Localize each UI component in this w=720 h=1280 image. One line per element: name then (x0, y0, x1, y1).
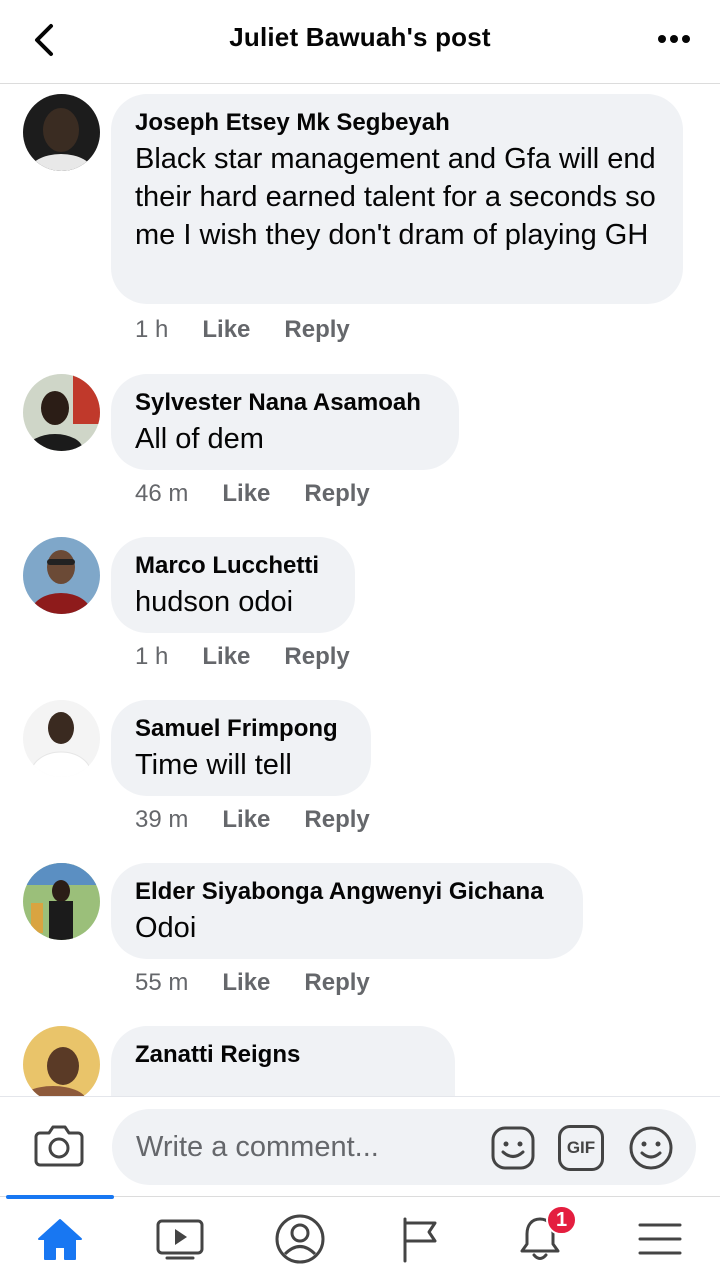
sticker-icon (491, 1126, 535, 1170)
comment-composer: GIF (0, 1096, 720, 1196)
more-dots-icon (658, 35, 690, 43)
comment-author[interactable]: Marco Lucchetti (135, 551, 331, 581)
avatar[interactable] (23, 863, 100, 940)
pages-flag-icon (403, 1217, 437, 1263)
notification-badge: 1 (546, 1205, 578, 1235)
reply-button[interactable]: Reply (304, 969, 369, 997)
comment-time: 1 h (135, 316, 169, 343)
menu-icon (638, 1223, 682, 1255)
like-button[interactable]: Like (202, 316, 250, 344)
gif-icon: GIF (558, 1125, 604, 1171)
sticker-button[interactable] (490, 1125, 536, 1171)
tab-video[interactable] (120, 1197, 240, 1280)
comment-text: All of dem (135, 423, 264, 455)
comment-time: 46 m (135, 480, 189, 507)
video-icon (156, 1219, 204, 1260)
gif-button[interactable]: GIF (558, 1125, 604, 1171)
comment-bubble: Marco Lucchetti hudson odoi (111, 537, 355, 633)
comment-input-box[interactable]: GIF (112, 1109, 696, 1185)
home-icon (38, 1219, 82, 1260)
comment-author[interactable]: Samuel Frimpong (135, 714, 347, 744)
reply-button[interactable]: Reply (284, 316, 349, 344)
tab-profile[interactable] (240, 1197, 360, 1280)
bottom-navigation: 1 (0, 1195, 720, 1280)
like-button[interactable]: Like (202, 643, 250, 671)
like-button[interactable]: Like (222, 969, 270, 997)
comment-author[interactable]: Zanatti Reigns (135, 1040, 431, 1070)
comment-actions: 39 m Like Reply (135, 806, 370, 834)
comment-list: Joseph Etsey Mk Segbeyah Black star mana… (0, 84, 720, 1096)
comment-actions: 1 h Like Reply (135, 316, 350, 344)
tab-notifications[interactable]: 1 (480, 1197, 600, 1280)
profile-icon (275, 1214, 325, 1264)
comment-text: Odoi (135, 912, 197, 944)
comment-author[interactable]: Joseph Etsey Mk Segbeyah (135, 108, 659, 138)
more-options-button[interactable] (652, 24, 696, 54)
comment-text: Black star management and Gfa will end t… (135, 143, 656, 251)
comment-time: 1 h (135, 643, 169, 670)
reply-button[interactable]: Reply (304, 480, 369, 508)
comment-bubble: Samuel Frimpong Time will tell (111, 700, 371, 796)
comment-time: 39 m (135, 806, 189, 833)
comment-author[interactable]: Elder Siyabonga Angwenyi Gichana (135, 877, 559, 907)
comment-bubble: Sylvester Nana Asamoah All of dem (111, 374, 459, 470)
comment-bubble: Zanatti Reigns (111, 1026, 455, 1096)
comment-author[interactable]: Sylvester Nana Asamoah (135, 388, 435, 418)
comment-text: hudson odoi (135, 586, 294, 618)
comment-actions: 46 m Like Reply (135, 480, 370, 508)
camera-button[interactable] (34, 1123, 90, 1171)
comment-bubble: Elder Siyabonga Angwenyi Gichana Odoi (111, 863, 583, 959)
comment-text: Time will tell (135, 749, 292, 781)
tab-home[interactable] (0, 1197, 120, 1280)
reply-button[interactable]: Reply (284, 643, 349, 671)
page-title: Juliet Bawuah's post (229, 22, 491, 52)
comment-input[interactable] (136, 1129, 476, 1165)
avatar[interactable] (23, 537, 100, 614)
camera-icon (34, 1125, 84, 1167)
avatar[interactable] (23, 700, 100, 777)
like-button[interactable]: Like (222, 480, 270, 508)
top-bar: Juliet Bawuah's post (0, 0, 720, 84)
like-button[interactable]: Like (222, 806, 270, 834)
comment-actions: 55 m Like Reply (135, 969, 370, 997)
tab-menu[interactable] (600, 1197, 720, 1280)
tab-pages[interactable] (360, 1197, 480, 1280)
emoji-button[interactable] (628, 1125, 674, 1171)
avatar[interactable] (23, 374, 100, 451)
comment-actions: 1 h Like Reply (135, 643, 350, 671)
comment-bubble: Joseph Etsey Mk Segbeyah Black star mana… (111, 94, 683, 304)
avatar[interactable] (23, 1026, 100, 1096)
comment-time: 55 m (135, 969, 189, 996)
emoji-icon (629, 1126, 673, 1170)
reply-button[interactable]: Reply (304, 806, 369, 834)
avatar[interactable] (23, 94, 100, 171)
